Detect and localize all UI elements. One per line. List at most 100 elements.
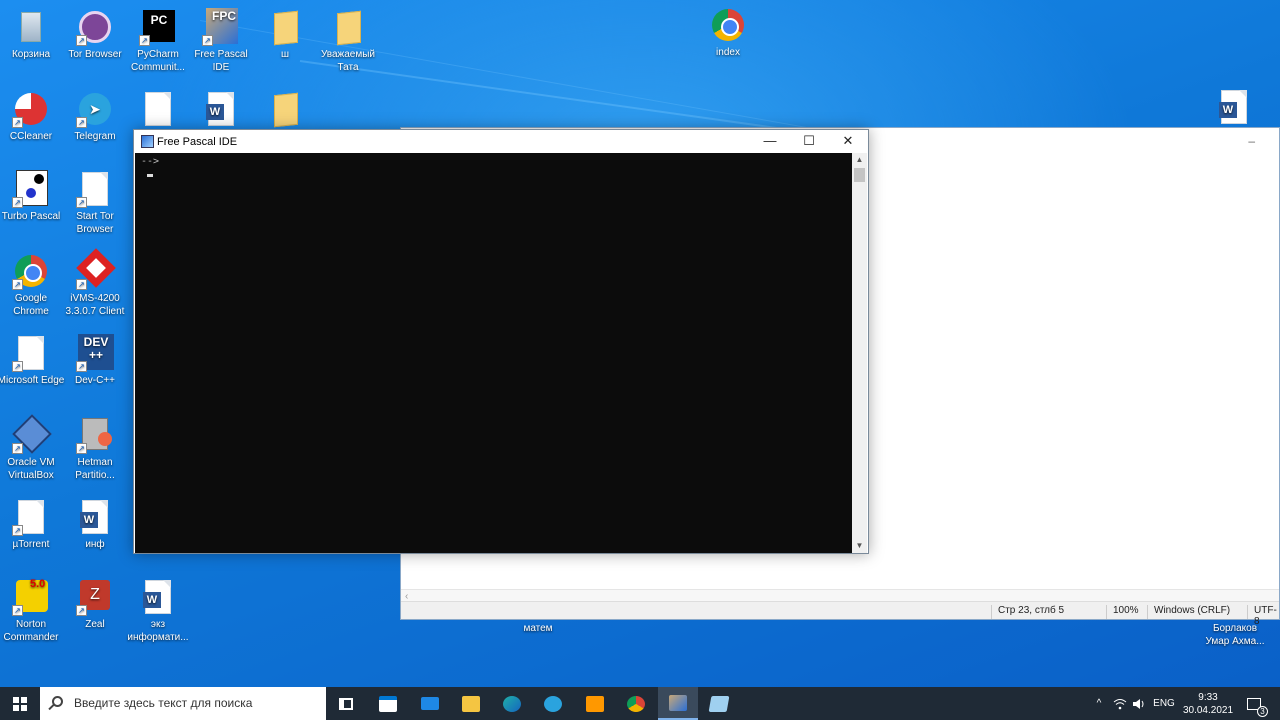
free-pascal-icon [141,135,154,148]
ivms-icon: ↗ [76,248,116,290]
telegram-icon: ➤ ↗ [76,90,114,128]
show-hidden-icons-button[interactable]: ^ [1090,687,1108,720]
status-line-ending: Windows (CRLF) [1147,605,1230,619]
desktop-icon-devcpp[interactable]: DEV ++ ↗ Dev-C++ [60,334,130,387]
windows-logo-icon [13,697,27,711]
desktop-label-matem[interactable]: матем [510,622,566,635]
clock-date: 30.04.2021 [1182,704,1234,716]
taskbar-notepad[interactable] [699,687,739,720]
folder-icon [266,8,304,46]
notification-badge: 3 [1257,705,1268,717]
taskbar-telegram[interactable] [533,687,573,720]
desktop-icon-google-chrome[interactable]: ↗ Google Chrome [0,252,66,318]
notepad-status-bar: Стр 23, стлб 5 100% Windows (CRLF) UTF-8 [401,601,1279,627]
taskbar-sublime[interactable] [575,687,615,720]
free-pascal-icon [669,694,687,711]
desktop-icon-ivms[interactable]: ↗ iVMS-4200 3.3.0.7 Client [60,248,130,318]
desktop-icon-index[interactable]: index [693,6,763,59]
file-icon: ↗ [12,498,50,536]
maximize-button[interactable]: ☐ [790,130,828,153]
desktop-icon-file1[interactable] [123,90,193,130]
file-icon: ↗ [76,170,114,208]
pycharm-icon: PC ↗ [139,8,177,46]
free-pascal-window[interactable]: Free Pascal IDE — ☐ ✕ --> ▲ ▼ [133,129,869,554]
text-cursor [147,174,153,177]
desktop-icon-tor[interactable]: ↗ Tor Browser [60,8,130,61]
chrome-icon [627,695,645,712]
network-icon[interactable] [1110,687,1130,720]
action-center-button[interactable]: 3 [1240,687,1268,720]
mail-icon [421,697,439,710]
sublime-icon [586,695,604,712]
taskbar-search-box[interactable]: Введите здесь текст для поиска [40,687,326,720]
desktop-icon-folder-sh[interactable]: ш [250,8,320,61]
minimize-button[interactable]: — [751,130,789,153]
folder-icon [266,90,304,128]
free-pascal-icon: FPC ↗ [202,8,240,46]
desktop-icon-norton[interactable]: 5.0 ↗ Norton Commander [0,578,66,644]
desktop-icon-folder3[interactable] [250,90,320,130]
scrollbar-thumb[interactable] [854,168,865,182]
notepad-icon [708,695,730,712]
notification-icon: 3 [1247,697,1268,717]
search-icon [52,696,63,707]
desktop-icon-word1[interactable]: W [186,90,256,130]
wifi-icon [1113,698,1127,709]
taskbar-explorer[interactable] [451,687,491,720]
chrome-icon [709,6,747,44]
hetman-icon: ↗ [76,416,114,454]
close-button[interactable]: ✕ [829,130,867,153]
norton-commander-icon: 5.0 ↗ [12,578,50,616]
start-button[interactable] [0,687,40,720]
store-icon [379,695,397,712]
desktop-icon-folder-tata[interactable]: Уважаемый Тата [313,8,383,74]
window-title: Free Pascal IDE [157,136,238,148]
taskbar-free-pascal[interactable] [658,687,698,720]
desktop-icon-ccleaner[interactable]: ↗ CCleaner [0,90,66,143]
desktop-icon-turbo-pascal[interactable]: ↗ Turbo Pascal [0,170,66,223]
scroll-down-icon[interactable]: ▼ [852,539,867,553]
file-icon [139,90,177,128]
ccleaner-icon: ↗ [12,90,50,128]
vertical-scrollbar[interactable]: ▲ ▼ [852,153,867,553]
tor-browser-icon: ↗ [76,8,114,46]
desktop-icon-word-right[interactable]: W [1199,88,1269,128]
search-placeholder: Введите здесь текст для поиска [74,696,253,710]
scroll-up-icon[interactable]: ▲ [852,153,867,167]
desktop-icon-zeal[interactable]: Z ↗ Zeal [60,578,130,631]
taskbar-edge[interactable] [492,687,532,720]
desktop-icon-inf[interactable]: W инф [60,498,130,551]
chrome-icon: ↗ [12,252,50,290]
desktop-icon-hetman[interactable]: ↗ Hetman Partitio... [60,416,130,482]
notepad-minimize-button[interactable]: – [1248,134,1255,148]
window-titlebar[interactable]: Free Pascal IDE — ☐ ✕ [134,130,868,153]
word-doc-icon: W [76,498,114,536]
taskbar-store[interactable] [368,687,408,720]
desktop-icon-pycharm[interactable]: PC ↗ PyCharm Communit... [123,8,193,74]
devcpp-icon: DEV ++ ↗ [76,334,114,372]
desktop-icon-utorrent[interactable]: ↗ µTorrent [0,498,66,551]
volume-icon[interactable] [1130,687,1148,720]
word-doc-icon: W [1215,88,1253,126]
turbo-pascal-icon: ↗ [12,170,50,208]
language-indicator[interactable]: ENG [1150,687,1178,720]
desktop-icon-recycle-bin[interactable]: Корзина [0,8,66,61]
taskbar-chrome[interactable] [616,687,656,720]
taskbar-mail[interactable] [410,687,450,720]
clock[interactable]: 9:33 30.04.2021 [1180,687,1236,720]
clock-time: 9:33 [1198,691,1218,703]
desktop-icon-edge[interactable]: ↗ Microsoft Edge [0,334,66,387]
console-area[interactable]: --> [135,153,854,553]
chevron-up-icon: ^ [1096,698,1102,709]
desktop-icon-telegram[interactable]: ➤ ↗ Telegram [60,90,130,143]
task-view-button[interactable] [326,687,366,720]
word-doc-icon: W [202,90,240,128]
zeal-icon: Z ↗ [76,578,114,616]
desktop-icon-virtualbox[interactable]: ↗ Oracle VM VirtualBox [0,414,66,482]
desktop-icon-ekz[interactable]: W экз информати... [123,578,193,644]
status-encoding: UTF-8 [1247,605,1279,627]
word-doc-icon: W [139,578,177,616]
desktop-icon-start-tor[interactable]: ↗ Start Tor Browser [60,170,130,236]
desktop-icon-free-pascal[interactable]: FPC ↗ Free Pascal IDE [186,8,256,74]
telegram-icon [544,695,562,712]
